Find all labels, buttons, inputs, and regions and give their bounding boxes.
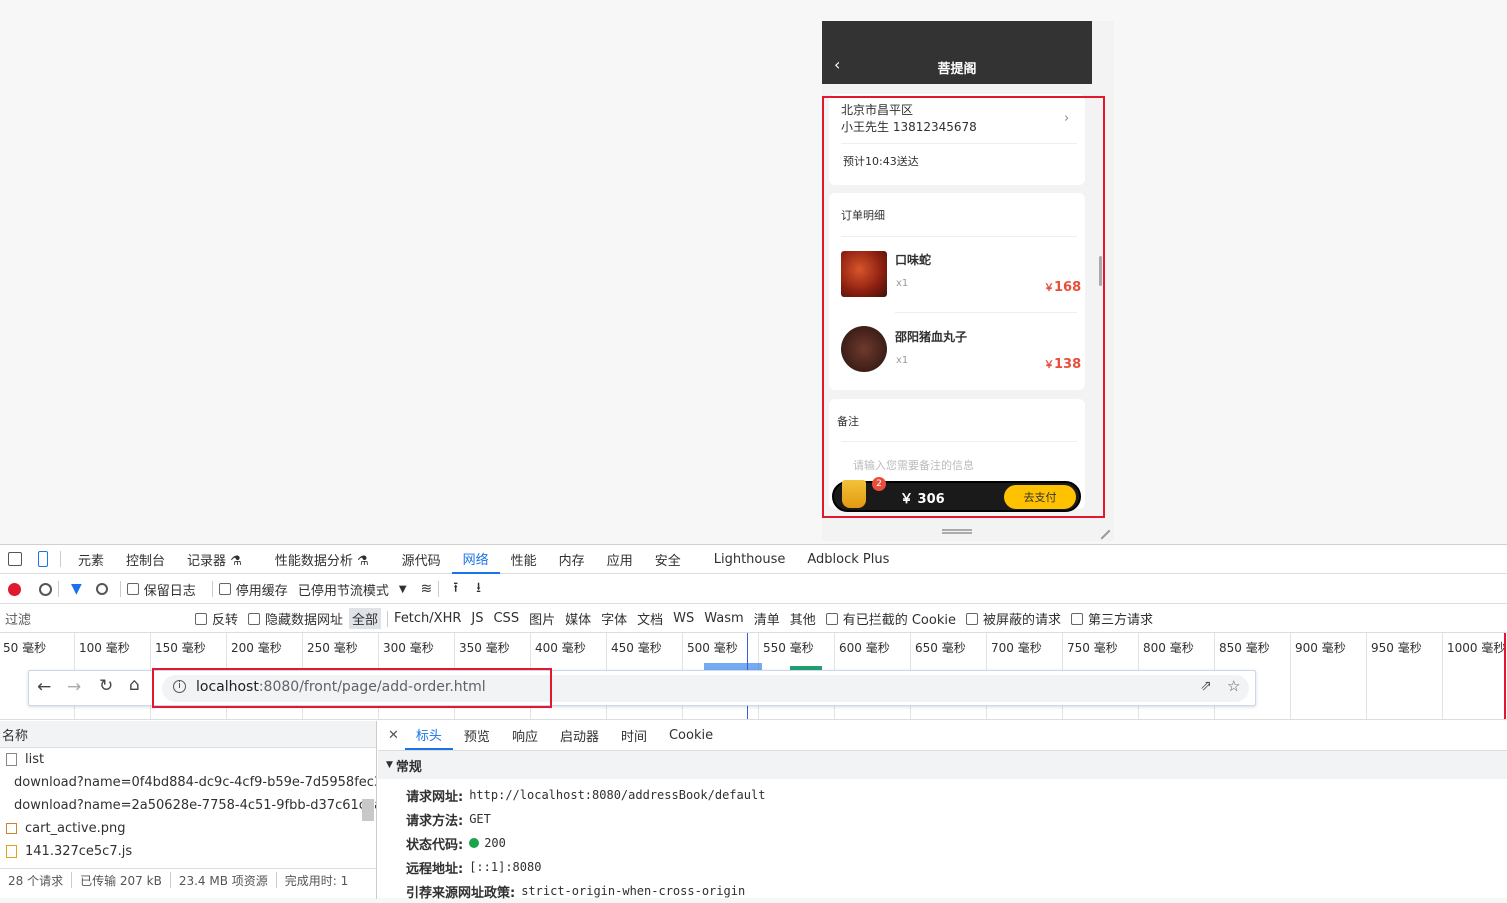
filter-bar: 过滤 反转 隐藏数据网址 全部 Fetch/XHR JS CSS 图片 媒体 字… (0, 604, 1507, 633)
blocked-cookies-label: 有已拦截的 Cookie (842, 613, 956, 628)
home-icon[interactable]: ⌂ (129, 675, 140, 695)
forward-arrow-icon[interactable]: → (67, 677, 81, 697)
request-row[interactable]: cart_active.png (0, 817, 376, 840)
filter-type-other[interactable]: 其他 (790, 609, 816, 628)
filter-type-img[interactable]: 图片 (529, 609, 555, 628)
network-toolbar: ▼ 保留日志 停用缓存 已停用节流模式 ▼ ≋ ⭱ ⭳ (0, 575, 1507, 604)
tab-preview[interactable]: 预览 (453, 721, 501, 750)
filter-type-all[interactable]: 全部 (349, 608, 382, 629)
app-title: 菩提阁 (937, 62, 977, 77)
close-icon[interactable]: ✕ (388, 728, 399, 743)
general-row: 请求网址: http://localhost:8080/addressBook/d… (406, 788, 766, 805)
chevron-down-icon[interactable]: ▼ (399, 584, 407, 595)
general-row: 状态代码: 200 (406, 836, 506, 853)
blocked-requests-checkbox[interactable] (965, 612, 978, 625)
filter-type-manifest[interactable]: 清单 (754, 609, 780, 628)
invert-label: 反转 (212, 613, 239, 628)
resources: 23.4 MB 项资源 (178, 873, 268, 888)
request-row[interactable]: list (0, 748, 376, 771)
filter-type-fetch[interactable]: Fetch/XHR (394, 611, 461, 626)
request-row[interactable]: download?name=2a50628e-7758-4c51-9fbb-d3… (0, 794, 376, 817)
status-dot-icon (469, 838, 480, 848)
timeline-tick: 950 毫秒 (1366, 633, 1422, 719)
filter-type-wasm[interactable]: Wasm (704, 611, 743, 626)
filter-input[interactable]: 过滤 (5, 609, 181, 628)
back-arrow-icon[interactable]: ← (37, 677, 51, 697)
devtools-panel: 元素 控制台 记录器 ⚗ 性能数据分析 ⚗ 源代码 网络 性能 内存 应用 安全… (0, 544, 1507, 901)
filter-icon[interactable]: ▼ (71, 581, 82, 597)
filter-type-ws[interactable]: WS (673, 611, 694, 626)
inspect-icon[interactable] (8, 552, 22, 566)
app-header: ‹ 菩提阁 (822, 21, 1092, 84)
general-section-header[interactable]: ▼ 常规 (378, 751, 1507, 779)
requests-panel: 名称 list download?name=0f4bd884-dc9c-4cf9… (0, 721, 377, 899)
disable-cache-checkbox[interactable] (218, 583, 231, 595)
preserve-log-label: 保留日志 (143, 583, 196, 599)
tab-console[interactable]: 控制台 (115, 545, 176, 574)
hide-data-urls-checkbox[interactable] (248, 612, 261, 625)
tab-elements[interactable]: 元素 (67, 545, 115, 574)
general-row: 远程地址: [::1]:8080 (406, 860, 542, 877)
tab-performance[interactable]: 性能 (500, 545, 548, 574)
detail-panel: ✕ 标头 预览 响应 启动器 时间 Cookie ▼ 常规 请求网址: http:/… (378, 721, 1507, 901)
tab-lighthouse[interactable]: Lighthouse (692, 545, 797, 574)
throttle-select[interactable]: 已停用节流模式 (298, 580, 389, 599)
scrollbar[interactable] (362, 799, 374, 821)
invert-checkbox[interactable] (195, 612, 207, 625)
highlight-box (822, 96, 1105, 518)
general-row: 引荐来源网址政策: strict-origin-when-cross-origin (406, 884, 746, 901)
share-icon[interactable]: ⇗ (1200, 678, 1212, 694)
tab-recorder[interactable]: 记录器 ⚗ (176, 545, 253, 574)
third-party-checkbox[interactable] (1071, 612, 1083, 625)
blocked-cookies-checkbox[interactable] (825, 612, 838, 625)
tab-headers[interactable]: 标头 (404, 721, 453, 750)
blocked-requests-label: 被屏蔽的请求 (982, 613, 1061, 628)
tab-initiator[interactable]: 启动器 (549, 721, 610, 750)
preserve-log-checkbox[interactable] (126, 583, 139, 595)
tab-sources[interactable]: 源代码 (380, 545, 452, 574)
clear-icon[interactable] (39, 582, 52, 596)
tab-memory[interactable]: 内存 (548, 545, 596, 574)
hide-data-urls-label: 隐藏数据网址 (265, 613, 344, 628)
upload-icon[interactable]: ⭱ (453, 577, 458, 601)
tab-cookies[interactable]: Cookie (658, 721, 724, 750)
filter-type-js[interactable]: JS (471, 611, 483, 626)
request-count: 28 个请求 (8, 873, 64, 888)
filter-type-css[interactable]: CSS (493, 611, 519, 626)
third-party-label: 第三方请求 (1088, 613, 1154, 628)
download-icon[interactable]: ⭳ (476, 577, 481, 601)
request-row[interactable]: 141.327ce5c7.js (0, 840, 376, 863)
reload-icon[interactable]: ↻ (99, 676, 113, 696)
search-icon[interactable] (95, 583, 108, 595)
finish-time: 完成用时: 1 (284, 873, 349, 888)
device-toggle-icon[interactable] (38, 551, 48, 567)
filter-type-font[interactable]: 字体 (601, 609, 627, 628)
tab-application[interactable]: 应用 (596, 545, 644, 574)
tab-security[interactable]: 安全 (644, 545, 692, 574)
filter-type-doc[interactable]: 文档 (637, 609, 663, 628)
tab-response[interactable]: 响应 (501, 721, 549, 750)
resize-handle[interactable] (942, 529, 972, 534)
timeline-tick: 1000 毫秒 (1442, 633, 1505, 719)
tab-adblock[interactable]: Adblock Plus (796, 545, 900, 574)
status-bar: 28 个请求 已传输 207 kB 23.4 MB 项资源 完成用时: 1 (0, 868, 376, 891)
transferred: 已传输 207 kB (80, 873, 162, 888)
general-row: 请求方法: GET (406, 812, 491, 829)
star-icon[interactable]: ☆ (1227, 677, 1240, 695)
tab-performance-insights[interactable]: 性能数据分析 ⚗ (253, 545, 380, 574)
phone-preview: ‹ 菩提阁 北京市昌平区 小王先生 13812345678 › 预计10:43送… (822, 21, 1114, 541)
devtools-tabs: 元素 控制台 记录器 ⚗ 性能数据分析 ⚗ 源代码 网络 性能 内存 应用 安全… (0, 545, 1507, 574)
record-icon[interactable] (8, 582, 21, 596)
wifi-icon[interactable]: ≋ (421, 581, 433, 597)
highlight-box (152, 668, 552, 708)
resize-corner-icon[interactable] (1093, 522, 1111, 540)
tab-timing[interactable]: 时间 (610, 721, 658, 750)
timeline-marker (1504, 633, 1506, 719)
filter-type-media[interactable]: 媒体 (565, 609, 591, 628)
name-column-header[interactable]: 名称 (0, 721, 376, 748)
disable-cache-label: 停用缓存 (235, 583, 288, 599)
tab-network[interactable]: 网络 (451, 545, 500, 574)
timeline-tick: 900 毫秒 (1290, 633, 1346, 719)
request-row[interactable]: download?name=0f4bd884-dc9c-4cf9-b59e-7d… (0, 771, 376, 794)
